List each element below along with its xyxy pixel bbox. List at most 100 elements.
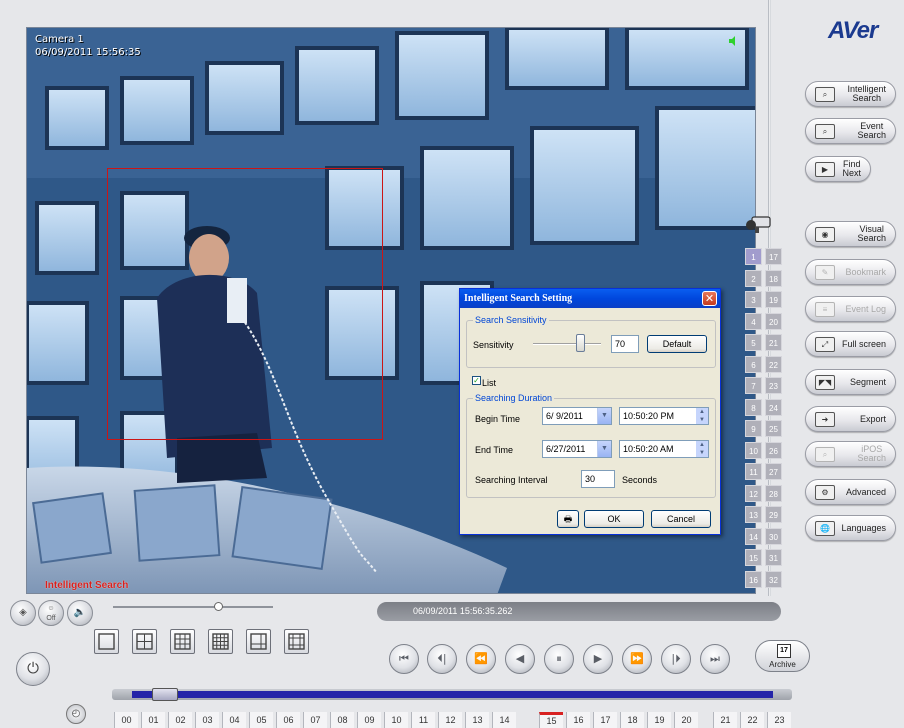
power-icon[interactable]: ⏻ xyxy=(16,652,50,686)
channel-button[interactable]: 18 xyxy=(765,270,782,287)
channel-button[interactable]: 22 xyxy=(765,356,782,373)
sensitivity-slider-thumb[interactable] xyxy=(576,334,585,352)
hour-button[interactable]: 14 xyxy=(492,712,516,728)
hour-button[interactable]: 03 xyxy=(195,712,219,728)
channel-button[interactable]: 21 xyxy=(765,334,782,351)
hour-button[interactable]: 12 xyxy=(438,712,462,728)
fast-rewind-button[interactable]: ⏪ xyxy=(466,644,496,674)
begin-date-picker[interactable]: 6/ 9/2011 ▼ xyxy=(542,407,612,425)
channel-button[interactable]: 9 xyxy=(745,420,762,437)
hour-button-current[interactable]: 15 xyxy=(539,712,563,728)
channel-button[interactable]: 14 xyxy=(745,528,762,545)
step-forward-button[interactable]: |⏵ xyxy=(661,644,691,674)
event-log-button[interactable]: ≡ Event Log xyxy=(805,296,896,322)
channel-button[interactable]: 15 xyxy=(745,549,762,566)
hour-button[interactable]: 02 xyxy=(168,712,192,728)
segment-button[interactable]: ◤◥ Segment xyxy=(805,369,896,395)
channel-button[interactable]: 12 xyxy=(745,485,762,502)
chevron-down-icon[interactable]: ▼ xyxy=(597,441,611,457)
searching-interval-field[interactable]: 30 xyxy=(581,470,615,488)
hour-button[interactable]: 23 xyxy=(767,712,791,728)
spin-arrows-icon[interactable]: ▲ ▼ xyxy=(696,408,708,424)
channel-button[interactable]: 2 xyxy=(745,270,762,287)
layout-1plus12-icon[interactable] xyxy=(284,629,309,654)
hour-button[interactable]: 16 xyxy=(566,712,590,728)
channel-button[interactable]: 4 xyxy=(745,313,762,330)
bookmark-button[interactable]: ✎ Bookmark xyxy=(805,259,896,285)
hour-button[interactable]: 22 xyxy=(740,712,764,728)
hour-button[interactable]: 00 xyxy=(114,712,138,728)
ok-button[interactable]: OK xyxy=(584,510,644,528)
channel-button[interactable]: 29 xyxy=(765,506,782,523)
channel-button[interactable]: 23 xyxy=(765,377,782,394)
channel-button[interactable]: 26 xyxy=(765,442,782,459)
advanced-button[interactable]: ⚙ Advanced xyxy=(805,479,896,505)
hour-button[interactable]: 13 xyxy=(465,712,489,728)
hour-button[interactable]: 20 xyxy=(674,712,698,728)
printer-icon[interactable]: 🖶 xyxy=(557,510,579,528)
last-frame-button[interactable]: ⏭ xyxy=(700,644,730,674)
channel-button[interactable]: 32 xyxy=(765,571,782,588)
cancel-button[interactable]: Cancel xyxy=(651,510,711,528)
hour-button[interactable]: 09 xyxy=(357,712,381,728)
channel-button[interactable]: 7 xyxy=(745,377,762,394)
intelligent-search-button[interactable]: ⌕ Intelligent Search xyxy=(805,81,896,107)
hour-button[interactable]: 11 xyxy=(411,712,435,728)
begin-time-spinner[interactable]: 10:50:20 PM ▲ ▼ xyxy=(619,407,709,425)
find-next-button[interactable]: ▶ Find Next xyxy=(805,156,871,182)
volume-slider-track[interactable] xyxy=(113,606,273,608)
hour-button[interactable]: 17 xyxy=(593,712,617,728)
channel-button[interactable]: 8 xyxy=(745,399,762,416)
search-region-box[interactable] xyxy=(107,168,383,440)
hour-button[interactable]: 04 xyxy=(222,712,246,728)
step-back-button[interactable]: ⏴| xyxy=(427,644,457,674)
hour-button[interactable]: 19 xyxy=(647,712,671,728)
end-time-spinner[interactable]: 10:50:20 AM ▲ ▼ xyxy=(619,440,709,458)
channel-button[interactable]: 31 xyxy=(765,549,782,566)
layout-4x4-icon[interactable] xyxy=(208,629,233,654)
languages-button[interactable]: 🌐 Languages xyxy=(805,515,896,541)
hour-button[interactable]: 18 xyxy=(620,712,644,728)
channel-button[interactable]: 20 xyxy=(765,313,782,330)
channel-button[interactable]: 3 xyxy=(745,291,762,308)
list-checkbox[interactable]: ✓ xyxy=(472,376,481,385)
end-date-picker[interactable]: 6/27/2011 ▼ xyxy=(542,440,612,458)
archive-button[interactable]: 17 Archive xyxy=(755,640,810,672)
spin-arrows-icon[interactable]: ▲ ▼ xyxy=(696,441,708,457)
play-button[interactable]: ▶ xyxy=(583,644,613,674)
audio-off-button[interactable]: ☺ Off xyxy=(38,600,64,626)
layout-1x1-icon[interactable] xyxy=(94,629,119,654)
timeline-handle[interactable] xyxy=(152,688,178,701)
channel-button[interactable]: 30 xyxy=(765,528,782,545)
layout-1plus5-icon[interactable] xyxy=(246,629,271,654)
ipos-search-button[interactable]: ⌕ iPOS Search xyxy=(805,441,896,467)
fast-forward-button[interactable]: ⏩ xyxy=(622,644,652,674)
snapshot-icon[interactable]: ◈ xyxy=(10,600,36,626)
hour-button[interactable]: 06 xyxy=(276,712,300,728)
channel-button[interactable]: 16 xyxy=(745,571,762,588)
layout-2x2-icon[interactable] xyxy=(132,629,157,654)
first-frame-button[interactable]: ⏮ xyxy=(389,644,419,674)
channel-button[interactable]: 5 xyxy=(745,334,762,351)
hour-button[interactable]: 01 xyxy=(141,712,165,728)
export-button[interactable]: ➜ Export xyxy=(805,406,896,432)
dialog-title-bar[interactable]: Intelligent Search Setting ✕ xyxy=(460,289,720,308)
hour-button[interactable]: 08 xyxy=(330,712,354,728)
channel-button[interactable]: 25 xyxy=(765,420,782,437)
hour-button[interactable]: 05 xyxy=(249,712,273,728)
channel-button[interactable]: 24 xyxy=(765,399,782,416)
play-reverse-button[interactable]: ◀ xyxy=(505,644,535,674)
channel-button[interactable]: 6 xyxy=(745,356,762,373)
volume-slider-thumb[interactable] xyxy=(214,602,223,611)
channel-button[interactable]: 27 xyxy=(765,463,782,480)
clock-icon[interactable]: ◴ xyxy=(66,704,86,724)
pause-button[interactable]: ⏸ xyxy=(544,644,574,674)
chevron-down-icon[interactable]: ▼ xyxy=(597,408,611,424)
full-screen-button[interactable]: ⤢ Full screen xyxy=(805,331,896,357)
sensitivity-value-field[interactable]: 70 xyxy=(611,335,639,353)
hour-button[interactable]: 07 xyxy=(303,712,327,728)
channel-button[interactable]: 1 xyxy=(745,248,762,265)
default-button[interactable]: Default xyxy=(647,335,707,353)
channel-button[interactable]: 10 xyxy=(745,442,762,459)
channel-button[interactable]: 17 xyxy=(765,248,782,265)
